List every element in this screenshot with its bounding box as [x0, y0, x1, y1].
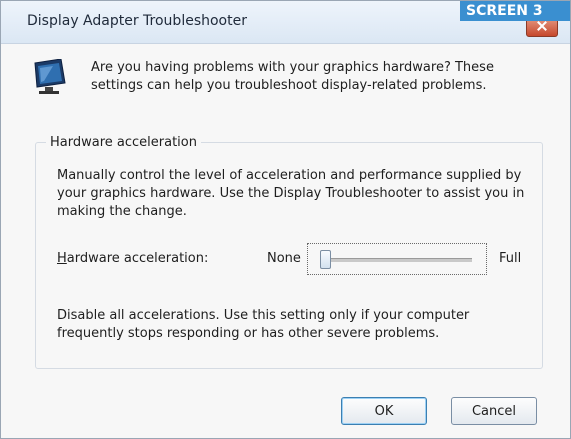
intro-text: Are you having problems with your graphi…: [91, 60, 494, 93]
slider-thumb[interactable]: [320, 250, 331, 269]
slider-track[interactable]: [322, 258, 472, 262]
warning-text: Disable all accelerations. Use this sett…: [57, 308, 470, 341]
slider-min-label: None: [267, 251, 301, 266]
slider-label-mnemonic: H: [57, 251, 67, 266]
slider-label-rest: ardware acceleration:: [66, 251, 209, 266]
hardware-acceleration-slider[interactable]: [307, 243, 487, 275]
monitor-icon: [34, 59, 66, 94]
slider-label: Hardware acceleration:: [57, 251, 208, 266]
ok-button[interactable]: OK: [341, 397, 427, 425]
slider-max-label: Full: [499, 251, 522, 266]
screen-watermark: SCREEN 3: [460, 1, 570, 21]
dialog-window: Display Adapter Troubleshooter SCREEN 3 …: [0, 0, 571, 439]
cancel-button[interactable]: Cancel: [451, 397, 537, 425]
group-title: Hardware acceleration: [50, 135, 197, 150]
window-title: Display Adapter Troubleshooter: [27, 13, 247, 29]
group-description: Manually control the level of accelerati…: [57, 168, 525, 219]
